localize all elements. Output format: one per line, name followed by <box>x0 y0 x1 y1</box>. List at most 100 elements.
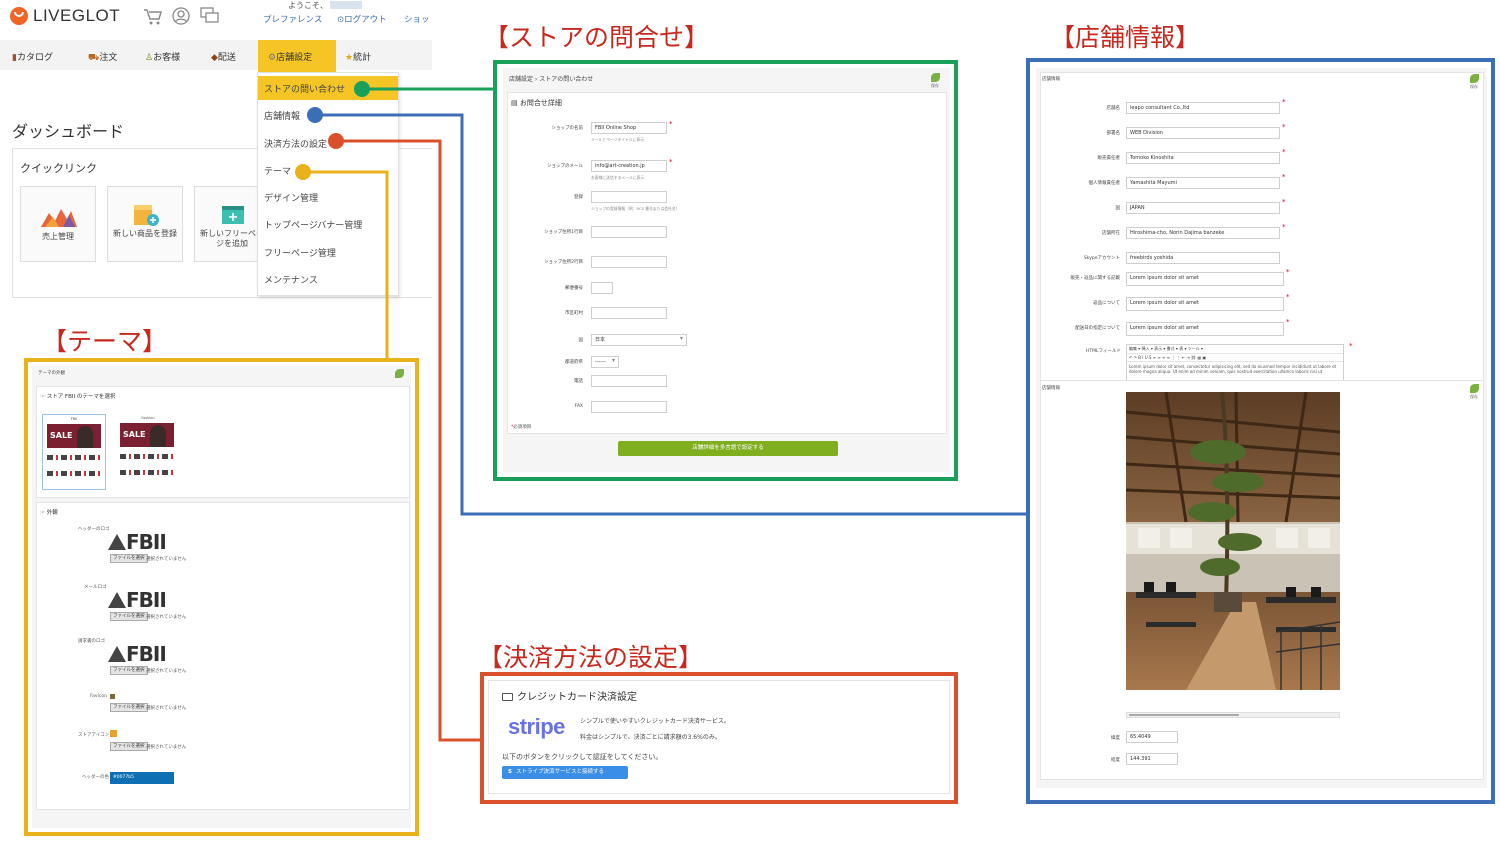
multilingual-submit-button[interactable]: 店舗詳細を多言語で設定する <box>618 441 838 456</box>
required-mark: * <box>1286 268 1290 276</box>
required-mark: * <box>1282 173 1286 181</box>
store-field-label: 配送日の指定について <box>1075 326 1120 331</box>
store-info-title-2: 店舗情報 <box>1042 386 1060 391</box>
store-field-input[interactable]: freebirds yoshida <box>1126 252 1280 264</box>
inquiry-section-title: ▤ お問合せ詳細 <box>511 98 562 108</box>
header-logo-label: ヘッダーのロゴ <box>78 527 110 532</box>
required-mark: * <box>1282 148 1286 156</box>
header-logo-filename: 選択されていません <box>146 557 187 562</box>
store-field-input[interactable]: leapo consultant Co.,ltd <box>1126 102 1280 114</box>
store-info-panel: 店舗情報 保存 店舗名 leapo consultant Co.,ltd * 部署名 W… <box>1026 58 1495 804</box>
store-field-label: 返品について <box>1093 301 1120 306</box>
store-field-input[interactable]: Lorem ipsum dolor sit amet <box>1126 297 1284 311</box>
stripe-s-icon: S <box>508 769 512 775</box>
inquiry-field-label: ショップ住所2行目 <box>544 260 583 265</box>
longitude-input[interactable]: 144.391 <box>1126 753 1178 765</box>
theme-thumbnail-fashion-name: Fashion <box>141 416 155 420</box>
store-icon-file-button[interactable]: ファイルを選択 <box>110 742 148 751</box>
editor-toolbar[interactable]: ↶ ↷ B I U S ≡ ≡ ≡ ≡ ⋮ ⋮ ⇤ ⇥ ⛓ ▦ ▣ <box>1127 354 1343 362</box>
store-field-input[interactable]: Yamashita Mayumi <box>1126 177 1280 189</box>
inquiry-field-input[interactable]: FBII Online Shop <box>591 122 667 134</box>
store-icon-filename: 選択されていません <box>146 745 187 750</box>
store-field-input[interactable]: Hiroshima-cho, Norin Dajima banzeke <box>1126 227 1280 239</box>
store-field-input[interactable]: JAPAN <box>1126 202 1280 214</box>
inquiry-field-hint: メールとページタイトルに表示 <box>591 137 645 142</box>
favicon-filename: 選択されていません <box>146 706 187 711</box>
header-logo-preview: FBII <box>108 530 167 554</box>
edit-icon: ☞ <box>40 394 47 400</box>
latitude-input[interactable]: 65.4049 <box>1126 731 1178 743</box>
header-logo-file-button[interactable]: ファイルを選択 <box>110 554 148 563</box>
inquiry-field-input[interactable] <box>591 191 667 203</box>
theme-select-heading: ☞ ストア FBII のテーマを選択 <box>40 392 115 400</box>
mail-logo-file-button[interactable]: ファイルを選択 <box>110 612 148 621</box>
stripe-connect-button[interactable]: S ストライプ決済サービスと接続する <box>502 766 628 779</box>
store-field-label: Skypeアカウント <box>1083 256 1120 261</box>
store-field-input[interactable]: Lorem ipsum dolor sit amet <box>1126 272 1284 286</box>
store-icon-label: ストアアイコン <box>78 733 110 738</box>
header-logo-text: FBII <box>126 530 167 554</box>
mail-logo-filename: 選択されていません <box>146 615 187 620</box>
theme-thumbnail-fashion[interactable]: Fashion SALE <box>116 414 180 490</box>
photo-scrollbar-thumb[interactable] <box>1129 714 1239 716</box>
inquiry-field-input[interactable] <box>591 375 667 387</box>
favicon-file-button[interactable]: ファイルを選択 <box>110 703 148 712</box>
store-field-label: 販売責任者 <box>1097 156 1121 161</box>
inquiry-field-label: 郵便番号 <box>565 286 583 291</box>
inquiry-field-input[interactable] <box>591 256 667 268</box>
inquiry-field-input[interactable] <box>591 282 613 294</box>
header-color-label: ヘッダーの色 <box>82 775 109 780</box>
store-field-input[interactable]: Lorem ipsum dolor sit amet <box>1126 322 1284 336</box>
theme-save-icon[interactable] <box>395 369 404 378</box>
edit-icon-2: ☞ <box>40 510 47 516</box>
appearance-card <box>36 502 410 810</box>
html-editor[interactable]: 編集 ▾ 挿入 ▾ 表示 ▾ 書式 ▾ 表 ▾ ツール ▾ ↶ ↷ B I U … <box>1126 344 1344 384</box>
inquiry-field-input[interactable] <box>591 226 667 238</box>
header-color-input[interactable]: #0077b5 <box>110 772 174 784</box>
inquiry-save-icon[interactable] <box>931 73 940 82</box>
photo-scrollbar[interactable] <box>1126 712 1340 718</box>
invoice-logo-text: FBII <box>126 642 167 666</box>
editor-content[interactable]: Lorem ipsum dolor sit amet, consectetur … <box>1127 362 1343 376</box>
callout-theme: 【テーマ】 <box>42 327 168 356</box>
theme-select-heading-label: ストア FBII のテーマを選択 <box>46 394 116 400</box>
store-icon-preview <box>110 730 117 737</box>
store-field-input[interactable]: Tomoko Kinoshita <box>1126 152 1280 164</box>
store-field-label: 店舗所在 <box>1102 231 1120 236</box>
store-photo <box>1126 392 1340 690</box>
inquiry-field-input[interactable]: info@art-creation.jp <box>591 160 667 172</box>
theme-thumbnail-fbii[interactable]: FBII SALE <box>42 414 106 490</box>
longitude-label: 経度 <box>1111 758 1120 763</box>
store-field-label: 部署名 <box>1106 131 1121 136</box>
credit-card-icon <box>502 693 513 701</box>
store-info-save-icon-2[interactable] <box>1470 384 1479 393</box>
stripe-logo: stripe <box>508 714 565 739</box>
fbii-mark-icon-2 <box>108 592 126 608</box>
required-note-label: 必須項目 <box>513 425 532 430</box>
inquiry-field-input[interactable] <box>591 401 667 413</box>
inquiry-field-label: ショップのメール <box>547 164 583 169</box>
inquiry-field-input[interactable] <box>591 307 667 319</box>
inquiry-field-hint: ショップの登録情報（例：RCS 番号または会社名） <box>591 206 680 211</box>
select-chevron-icon: ▾ <box>612 357 616 364</box>
dot-payment <box>328 133 344 149</box>
fbii-mark-icon <box>108 534 126 550</box>
store-field-input[interactable]: WEB Division <box>1126 127 1280 139</box>
appearance-heading-label: 外観 <box>46 510 58 516</box>
inquiry-field-input[interactable]: 日本 <box>591 334 687 346</box>
editor-menubar[interactable]: 編集 ▾ 挿入 ▾ 表示 ▾ 書式 ▾ 表 ▾ ツール ▾ <box>1127 345 1343 354</box>
invoice-logo-preview: FBII <box>108 642 167 666</box>
store-info-save-icon[interactable] <box>1470 74 1479 83</box>
store-info-title: 店舗情報 <box>1042 77 1060 82</box>
favicon-preview <box>110 694 115 699</box>
store-info-save-label-2: 保存 <box>1470 394 1478 399</box>
payment-desc-1: シンプルで使いやすいクレジットカード決済サービス。 <box>580 718 730 725</box>
inquiry-panel: 店舗設定 › ストアの問い合わせ 保存 ▤ お問合せ詳細 ショップの名前 FBII… <box>493 60 958 481</box>
thumb-row-fashion <box>120 454 174 459</box>
store-field-label: 個人情報責任者 <box>1088 181 1121 186</box>
sale-banner-fbii: SALE <box>47 424 101 448</box>
fbii-mark-icon-3 <box>108 646 126 662</box>
invoice-logo-file-button[interactable]: ファイルを選択 <box>110 666 148 675</box>
inquiry-field-hint: お客様に送信するメールに表示 <box>591 175 645 180</box>
inquiry-breadcrumb: 店舗設定 › ストアの問い合わせ <box>509 76 594 83</box>
